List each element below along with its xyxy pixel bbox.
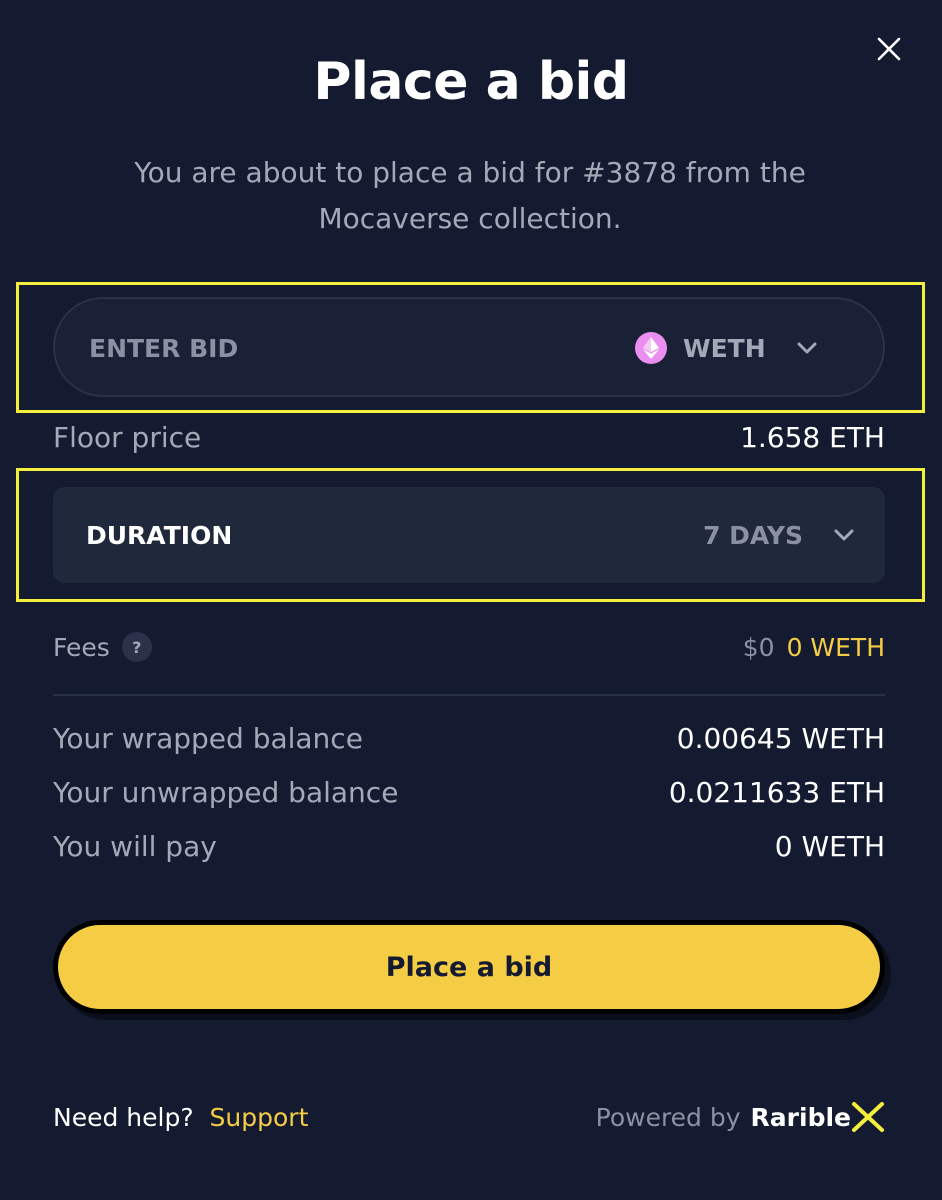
place-bid-button[interactable]: Place a bid — [53, 920, 885, 1014]
powered-by-label: Powered by — [595, 1102, 741, 1132]
total-pay-value: 0 WETH — [774, 830, 885, 863]
fees-help-icon[interactable]: ? — [121, 632, 152, 662]
currency-select[interactable]: WETH — [635, 329, 818, 367]
rarible-x-mark-icon — [852, 1102, 884, 1132]
modal-footer: Need help? Support Powered by Rarible — [53, 1100, 885, 1134]
unwrapped-balance-label: Your unwrapped balance — [53, 776, 399, 809]
floor-price-label: Floor price — [53, 421, 202, 454]
wrapped-balance-row: Your wrapped balance 0.00645 WETH — [53, 722, 885, 755]
unwrapped-balance-row: Your unwrapped balance 0.0211633 ETH — [53, 776, 885, 809]
support-link[interactable]: Support — [210, 1103, 309, 1132]
currency-label: WETH — [683, 333, 766, 363]
total-pay-label: You will pay — [53, 830, 217, 863]
modal-subtitle: You are about to place a bid for #3878 f… — [134, 156, 806, 235]
ethereum-icon — [635, 332, 667, 364]
fees-weth-value: 0 WETH — [786, 632, 885, 662]
fees-usd-value: $0 — [742, 632, 775, 662]
help-text: Need help? Support — [53, 1103, 308, 1132]
need-help-label: Need help? — [53, 1102, 194, 1132]
duration-select[interactable]: DURATION 7 DAYS — [53, 487, 885, 583]
floor-price-row: Floor price 1.658 ETH — [53, 421, 885, 454]
divider — [53, 694, 885, 696]
chevron-down-icon — [796, 341, 818, 355]
bid-amount-input[interactable] — [89, 327, 609, 369]
floor-price-value: 1.658 ETH — [740, 421, 885, 454]
brand-name: Rarible — [750, 1102, 851, 1132]
wrapped-balance-value: 0.00645 WETH — [676, 722, 885, 755]
fees-label: Fees — [53, 632, 110, 662]
total-pay-row: You will pay 0 WETH — [53, 830, 885, 863]
bid-input-container: WETH — [53, 297, 885, 397]
chevron-down-icon — [834, 529, 854, 541]
place-bid-modal: Place a bid You are about to place a bid… — [0, 0, 942, 1200]
duration-label: DURATION — [86, 520, 233, 550]
modal-title: Place a bid — [313, 52, 629, 112]
rarible-logo[interactable]: Rarible — [751, 1100, 885, 1134]
wrapped-balance-label: Your wrapped balance — [53, 722, 363, 755]
fees-row: Fees ? $0 0 WETH — [53, 632, 885, 662]
unwrapped-balance-value: 0.0211633 ETH — [668, 776, 885, 809]
duration-value: 7 DAYS — [703, 520, 803, 550]
powered-by: Powered by Rarible — [596, 1100, 885, 1134]
